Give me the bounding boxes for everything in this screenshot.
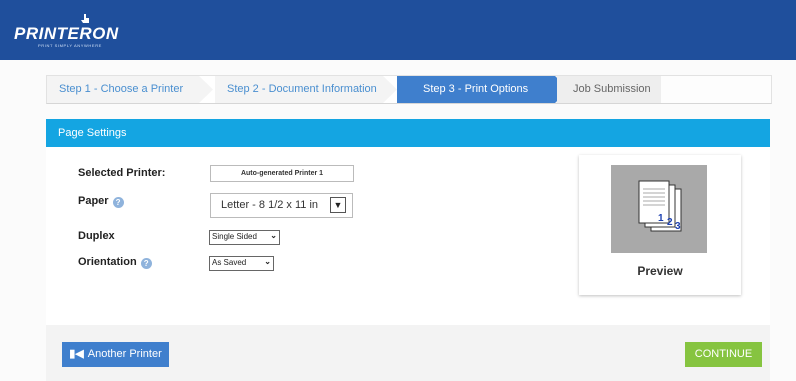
panel-header: Page Settings: [46, 119, 770, 147]
step-1-label: Step 1 - Choose a Printer: [59, 83, 184, 95]
chevron-down-icon: ▼: [330, 197, 346, 213]
step-4: Job Submission: [573, 76, 651, 103]
step-3-label: Step 3 - Print Options: [423, 83, 529, 95]
printeron-logo: PRINTERON PRINT SIMPLY ANYWHERE: [14, 14, 124, 50]
preview-card[interactable]: 1 2 3 Preview: [579, 155, 741, 295]
step-4-label: Job Submission: [573, 83, 651, 95]
duplex-select-value: Single Sided: [212, 232, 257, 241]
orientation-help-icon[interactable]: ?: [140, 258, 152, 269]
paper-select-value: Letter - 8 1/2 x 11 in: [221, 199, 319, 211]
paper-select[interactable]: Letter - 8 1/2 x 11 in ▼: [210, 193, 353, 218]
duplex-select[interactable]: Single Sided ⌄: [209, 230, 280, 245]
chevron-down-icon: ⌄: [264, 257, 271, 266]
paper-help-icon[interactable]: ?: [112, 197, 124, 208]
skip-back-icon: ▮◀: [69, 348, 84, 360]
another-printer-button[interactable]: ▮◀ Another Printer: [62, 342, 169, 367]
stacked-pages-icon: 1 2 3: [638, 180, 682, 232]
logo-wordmark: PRINTERON: [14, 24, 119, 43]
selected-printer-label: Selected Printer:: [78, 167, 166, 179]
paper-label: Paper: [78, 195, 109, 207]
logo-tagline: PRINT SIMPLY ANYWHERE: [38, 43, 102, 48]
paper-label-row: Paper?: [78, 195, 124, 208]
orientation-select[interactable]: As Saved ⌄: [209, 256, 274, 271]
another-printer-label: Another Printer: [87, 348, 162, 360]
orientation-select-value: As Saved: [212, 258, 247, 267]
step-wizard: Step 1 - Choose a Printer Step 2 - Docum…: [46, 75, 772, 104]
page-number-2: 2: [667, 217, 673, 228]
preview-thumbnail: 1 2 3: [611, 165, 707, 253]
preview-label: Preview: [637, 264, 683, 278]
duplex-label: Duplex: [78, 230, 115, 242]
page-number-3: 3: [675, 221, 681, 232]
continue-button[interactable]: CONTINUE: [685, 342, 762, 367]
page-number-1: 1: [658, 213, 664, 224]
chevron-down-icon: ⌄: [270, 231, 277, 240]
step-bar-filler: [661, 76, 771, 103]
step-3: Step 3 - Print Options: [423, 76, 528, 103]
selected-printer-field[interactable]: Auto-generated Printer 1: [210, 165, 354, 182]
continue-label: CONTINUE: [694, 348, 753, 360]
step-2[interactable]: Step 2 - Document Information: [227, 76, 377, 103]
orientation-label-row: Orientation?: [78, 256, 152, 269]
orientation-label: Orientation: [78, 256, 137, 268]
step-1[interactable]: Step 1 - Choose a Printer: [59, 76, 183, 103]
header-bar: PRINTERON PRINT SIMPLY ANYWHERE: [0, 0, 796, 60]
step-2-label: Step 2 - Document Information: [227, 83, 377, 95]
panel-title: Page Settings: [58, 127, 127, 139]
